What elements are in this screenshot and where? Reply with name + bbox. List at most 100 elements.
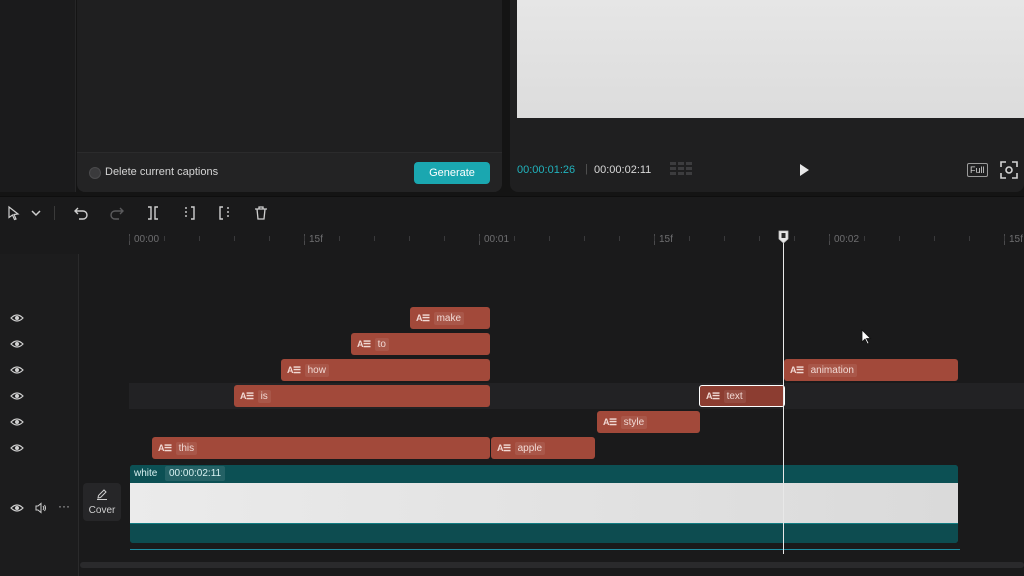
main-clip-duration: 00:00:02:11	[165, 466, 226, 481]
text-clip-icon: A☰	[790, 364, 804, 375]
delete-captions-checkbox[interactable]	[89, 167, 101, 179]
delete-icon[interactable]	[253, 205, 269, 221]
text-clip-label: is	[257, 389, 271, 403]
split-icon[interactable]	[145, 205, 161, 221]
track-visibility-eye-icon[interactable]	[10, 391, 24, 401]
text-clip-icon: A☰	[287, 364, 301, 375]
player-panel: 00:00:01:26 | 00:00:02:11 Full	[510, 0, 1024, 192]
delete-captions-label: Delete current captions	[105, 166, 219, 178]
ruler-tick	[864, 236, 865, 241]
undo-icon[interactable]	[73, 205, 89, 221]
more-options-icon[interactable]: ···	[58, 500, 72, 514]
captions-footer: Delete current captions Generate	[77, 152, 502, 192]
ruler-tick	[759, 236, 760, 241]
redo-icon[interactable]	[109, 205, 125, 221]
main-video-clip[interactable]: white 00:00:02:11	[130, 465, 958, 543]
playhead-line[interactable]	[783, 240, 784, 554]
text-clip-icon: A☰	[416, 312, 430, 323]
ruler-tick	[374, 236, 375, 241]
ruler-tick	[689, 236, 690, 241]
main-clip-header: white 00:00:02:11	[130, 465, 958, 483]
audio-waveform-line	[130, 549, 960, 550]
generate-button[interactable]: Generate	[414, 162, 490, 184]
ruler-tick	[269, 236, 270, 241]
text-clip[interactable]: A☰ how	[281, 359, 490, 381]
main-track-header: ···	[0, 459, 79, 549]
text-clip-icon: A☰	[240, 390, 254, 401]
ruler-label: 00:02	[829, 234, 859, 245]
ruler-tick	[409, 236, 410, 241]
track-visibility-eye-icon[interactable]	[10, 365, 24, 375]
pencil-icon	[97, 489, 107, 500]
time-ruler[interactable]: 00:00 15f 00:01 15f 00:02 15f	[0, 228, 1024, 254]
ruler-tick	[619, 236, 620, 241]
text-clip[interactable]: A☰ apple	[491, 437, 595, 459]
ruler-tick	[899, 236, 900, 241]
time-separator: |	[585, 163, 588, 175]
text-clip[interactable]: A☰ style	[597, 411, 700, 433]
track-visibility-eye-icon[interactable]	[10, 443, 24, 453]
text-clip-icon: A☰	[497, 442, 511, 453]
ruler-tick	[234, 236, 235, 241]
timeline-toolbar	[0, 196, 1024, 228]
text-clip-label: style	[620, 415, 648, 429]
main-track-eye-icon[interactable]	[10, 503, 24, 513]
ruler-tick	[514, 236, 515, 241]
text-clip-selected[interactable]: A☰ text	[699, 385, 785, 407]
text-clip-icon: A☰	[603, 416, 617, 427]
ruler-tick	[479, 236, 480, 241]
ruler-tick	[794, 236, 795, 241]
text-clip-icon: A☰	[158, 442, 172, 453]
ruler-tick	[654, 236, 655, 241]
text-clip-label: make	[433, 311, 465, 325]
text-clip[interactable]: A☰ this	[152, 437, 490, 459]
text-clip[interactable]: A☰ animation	[784, 359, 958, 381]
ruler-tick	[724, 236, 725, 241]
mouse-cursor-icon	[861, 329, 872, 345]
preview-canvas	[517, 0, 1024, 118]
text-clip-label: this	[175, 441, 198, 455]
timeline-grid-icon[interactable]	[670, 162, 692, 176]
ruler-tick	[129, 236, 130, 241]
ruler-tick	[829, 236, 830, 241]
ruler-tick	[969, 236, 970, 241]
split-left-icon[interactable]	[181, 205, 197, 221]
cover-label: Cover	[88, 505, 116, 516]
cover-button[interactable]: Cover	[83, 483, 121, 521]
ruler-tick	[304, 236, 305, 241]
text-clip-label: how	[304, 363, 329, 377]
text-clip-label: to	[374, 337, 389, 351]
select-pointer-icon[interactable]	[6, 205, 22, 221]
text-clip-icon: A☰	[706, 390, 720, 401]
ruler-tick	[199, 236, 200, 241]
total-time: 00:00:02:11	[594, 164, 652, 176]
left-sidebar	[0, 0, 76, 192]
main-clip-audio-strip	[130, 523, 958, 543]
track-visibility-eye-icon[interactable]	[10, 313, 24, 323]
text-clip-icon: A☰	[357, 338, 371, 349]
ruler-tick	[444, 236, 445, 241]
split-right-icon[interactable]	[217, 205, 233, 221]
horizontal-scrollbar[interactable]	[80, 562, 1024, 568]
track-visibility-eye-icon[interactable]	[10, 417, 24, 427]
timeline-area: A☰ make A☰ to A☰ how A☰ animation A☰ is …	[0, 254, 1024, 576]
ruler-label: 15f	[304, 234, 323, 245]
ruler-label: 00:00	[129, 234, 159, 245]
track-visibility-eye-icon[interactable]	[10, 339, 24, 349]
full-button[interactable]: Full	[967, 163, 988, 177]
play-icon[interactable]	[796, 162, 812, 178]
text-clip[interactable]: A☰ make	[410, 307, 490, 329]
text-clip-label: apple	[514, 441, 546, 455]
current-time: 00:00:01:26	[517, 164, 576, 176]
text-clip[interactable]: A☰ is	[234, 385, 490, 407]
toolbar-divider	[54, 206, 55, 220]
ruler-tick	[1004, 236, 1005, 241]
ruler-tick	[549, 236, 550, 241]
dropdown-chevron-icon[interactable]	[28, 205, 44, 221]
text-clip-label: animation	[807, 363, 857, 377]
playhead-handle-icon[interactable]	[778, 230, 789, 244]
speaker-icon[interactable]	[35, 502, 47, 514]
fullscreen-icon[interactable]	[1000, 161, 1018, 179]
text-clip-label: text	[723, 389, 746, 403]
text-clip[interactable]: A☰ to	[351, 333, 490, 355]
